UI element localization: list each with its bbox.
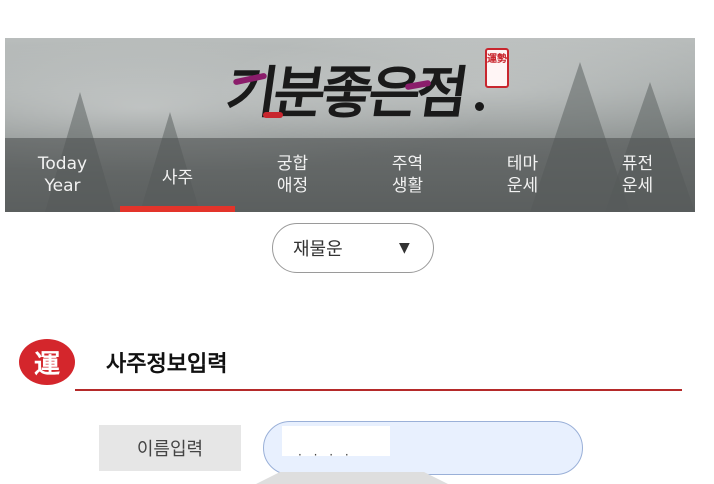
section-title: 사주정보입력 — [106, 352, 228, 377]
name-input-value: · · · · — [298, 448, 353, 462]
fortune-seal-icon: 運 — [19, 339, 75, 385]
fortune-type-select[interactable]: 재물운 ▼ — [272, 223, 434, 273]
active-tab-indicator — [120, 206, 235, 212]
nav-item-label: 애정 — [276, 176, 309, 196]
nav-item-theme[interactable]: 테마 운세 — [465, 138, 580, 212]
name-field-label: 이름입력 — [99, 425, 241, 471]
nav-item-label: 궁합 — [276, 154, 309, 174]
nav-item-today-year[interactable]: Today Year — [5, 138, 120, 212]
logo-seal: 運勢 — [485, 48, 509, 88]
section-divider — [75, 389, 682, 391]
nav-item-label: 퓨전 — [621, 154, 654, 174]
fortune-type-value: 재물운 — [293, 239, 343, 260]
nav-item-label: Today — [37, 154, 88, 174]
header-banner: 기분좋은점 運勢 Today Year 사주 궁합 애정 주역 생활 테마 운세… — [5, 38, 695, 212]
nav-item-label: Year — [44, 176, 81, 196]
name-input[interactable]: · · · · — [263, 421, 583, 475]
site-logo[interactable]: 기분좋은점 運勢 — [222, 42, 519, 134]
nav-item-gunghap[interactable]: 궁합 애정 — [235, 138, 350, 212]
nav-item-label: 사주 — [161, 168, 194, 188]
logo-dot — [475, 102, 484, 111]
nav-item-juyeok[interactable]: 주역 생활 — [350, 138, 465, 212]
nav-item-label: 테마 — [506, 154, 539, 174]
dropdown-arrow-icon: ▼ — [399, 240, 410, 256]
nav-item-label: 생활 — [391, 176, 424, 196]
nav-item-fusion[interactable]: 퓨전 운세 — [580, 138, 695, 212]
nav-item-saju[interactable]: 사주 — [120, 138, 235, 212]
logo-text: 기분좋은점 — [221, 60, 469, 126]
nav-item-label: 주역 — [391, 154, 424, 174]
nav-item-label: 운세 — [506, 176, 539, 196]
main-nav: Today Year 사주 궁합 애정 주역 생활 테마 운세 퓨전 운세 — [5, 138, 695, 212]
logo-accent-stroke — [263, 112, 283, 118]
nav-item-label: 운세 — [621, 176, 654, 196]
